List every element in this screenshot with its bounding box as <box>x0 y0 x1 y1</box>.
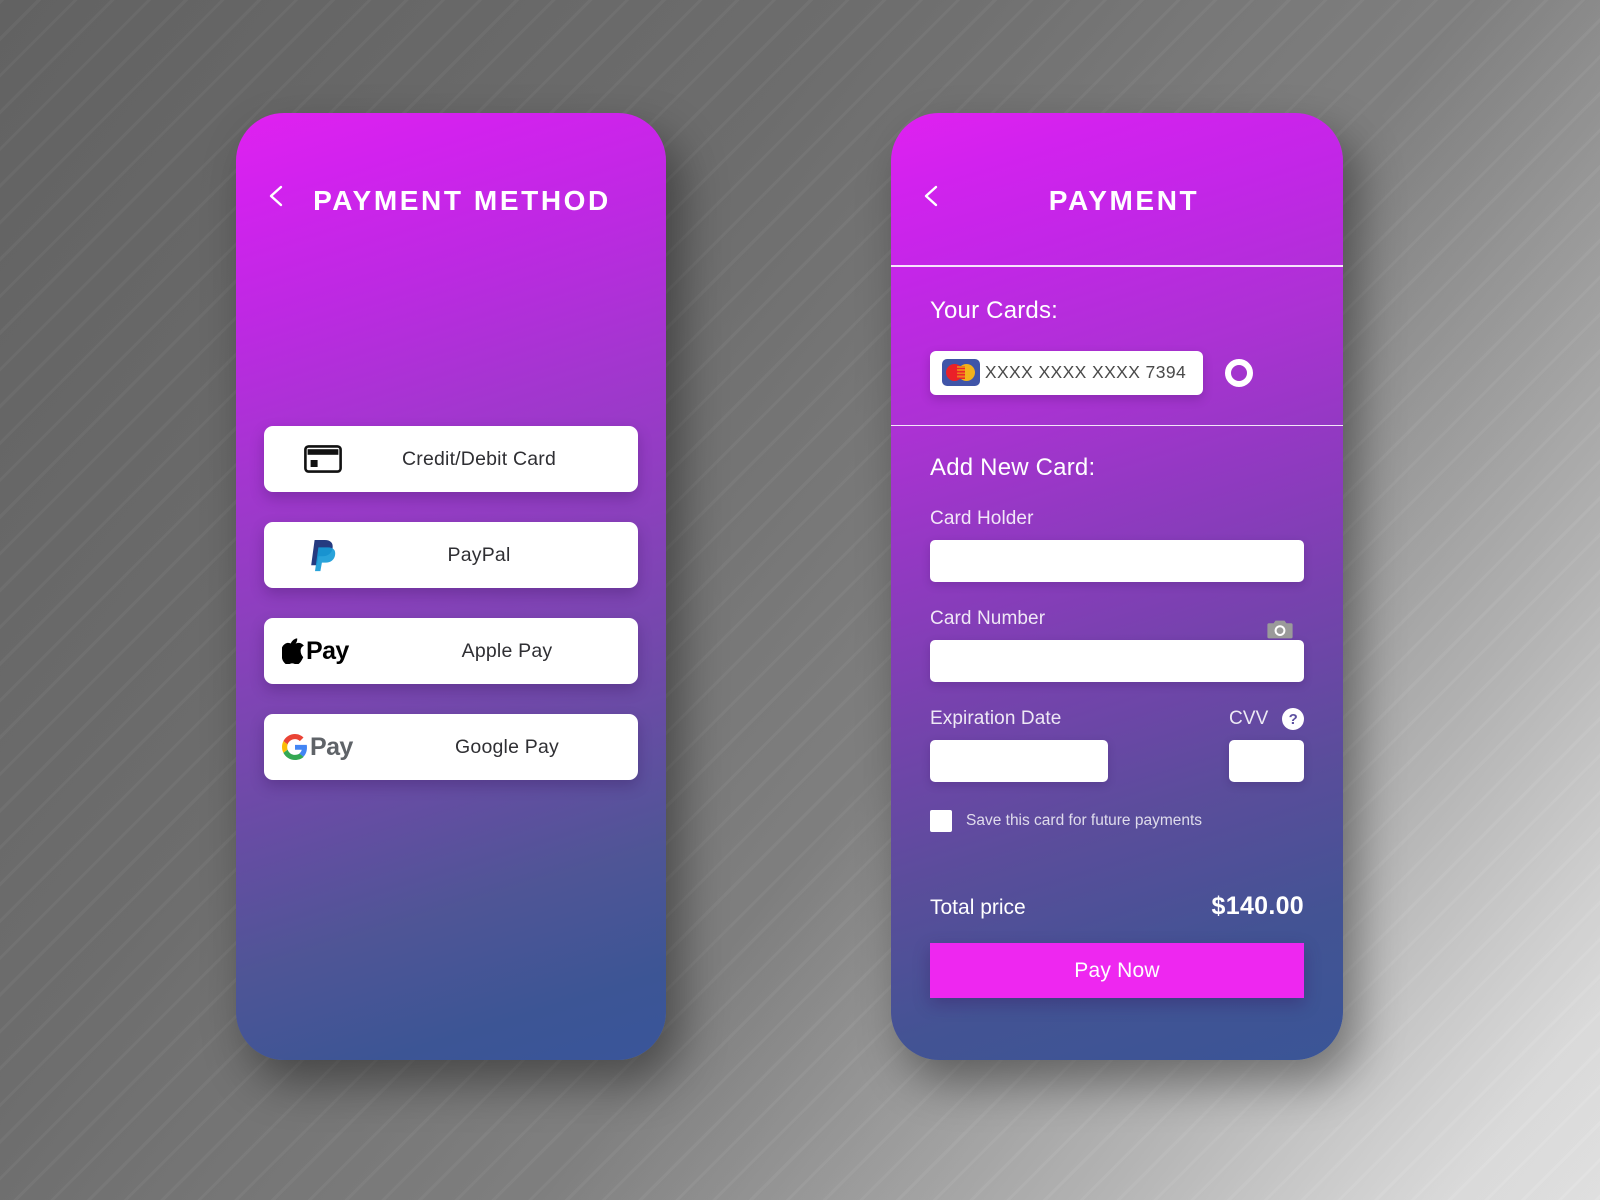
card-holder-input[interactable] <box>930 540 1304 583</box>
your-cards-section: Your Cards: XXXX XXXX XXXX 7394 <box>891 267 1343 425</box>
total-price-row: Total price $140.00 <box>930 892 1304 921</box>
expiration-date-label: Expiration Date <box>930 708 1062 730</box>
card-number-input[interactable] <box>930 640 1304 683</box>
payment-option-label: PayPal <box>447 543 511 566</box>
payment-options-list: Credit/Debit Card PayPal Pay Apple Pay P… <box>264 426 638 810</box>
total-price-value: $140.00 <box>1211 892 1304 921</box>
payment-option-paypal[interactable]: PayPal <box>264 522 638 588</box>
add-new-card-section: Add New Card: Card Holder Card Number Ex… <box>891 426 1343 999</box>
apple-pay-wordmark: Pay <box>306 636 349 665</box>
google-pay-logo: Pay <box>264 734 412 760</box>
payment-option-credit-debit-card[interactable]: Credit/Debit Card <box>264 426 638 492</box>
canvas: PAYMENT METHOD Credit/Debit Card PayPal … <box>0 0 1600 1200</box>
page-title: PAYMENT METHOD <box>313 185 611 216</box>
google-pay-wordmark: Pay <box>310 732 353 761</box>
payment-option-label: Credit/Debit Card <box>401 447 557 470</box>
saved-card-row: XXXX XXXX XXXX 7394 <box>930 350 1304 395</box>
question-mark-icon[interactable]: ? <box>1282 708 1304 731</box>
your-cards-heading: Your Cards: <box>930 296 1059 324</box>
left-header: PAYMENT METHOD <box>236 113 666 265</box>
mastercard-logo <box>942 359 980 387</box>
saved-card-radio[interactable] <box>1225 358 1253 387</box>
total-price-label: Total price <box>930 896 1026 920</box>
save-card-label: Save this card for future payments <box>966 812 1203 830</box>
right-header: PAYMENT <box>891 113 1343 265</box>
credit-card-icon <box>264 445 382 473</box>
payment-option-label: Apple Pay <box>461 639 553 662</box>
pay-now-button[interactable]: Pay Now <box>930 943 1304 999</box>
expiration-cvv-row: Expiration Date CVV ? <box>930 708 1304 783</box>
card-number-label: Card Number <box>930 608 1046 630</box>
cvv-input[interactable] <box>1229 740 1304 783</box>
card-number-field-block: Card Number <box>930 608 1304 683</box>
page-title: PAYMENT <box>1048 185 1200 216</box>
save-card-checkbox[interactable] <box>930 810 952 833</box>
saved-card-item[interactable]: XXXX XXXX XXXX 7394 <box>930 350 1203 395</box>
cvv-field-block: CVV ? <box>1229 708 1304 783</box>
payment-option-label: Google Pay <box>455 735 559 758</box>
apple-pay-logo: Pay <box>264 638 412 664</box>
save-card-row[interactable]: Save this card for future payments <box>930 810 1304 833</box>
cvv-label: CVV <box>1229 708 1269 730</box>
expiration-date-input[interactable] <box>930 740 1108 783</box>
expiration-date-field-block: Expiration Date <box>930 708 1108 783</box>
add-new-card-heading: Add New Card: <box>930 454 1096 482</box>
camera-icon[interactable] <box>1266 615 1294 643</box>
payment-option-apple-pay[interactable]: Pay Apple Pay <box>264 618 638 684</box>
saved-card-number: XXXX XXXX XXXX 7394 <box>984 362 1187 383</box>
paypal-logo <box>264 538 382 572</box>
payment-method-screen: PAYMENT METHOD Credit/Debit Card PayPal … <box>236 113 666 1060</box>
card-holder-label: Card Holder <box>930 508 1034 530</box>
payment-screen: PAYMENT Your Cards: XXXX XXXX XXXX 7394 <box>891 113 1343 1060</box>
payment-option-google-pay[interactable]: Pay Google Pay <box>264 714 638 780</box>
cvv-header: CVV ? <box>1229 708 1304 731</box>
card-holder-field-block: Card Holder <box>930 508 1304 583</box>
